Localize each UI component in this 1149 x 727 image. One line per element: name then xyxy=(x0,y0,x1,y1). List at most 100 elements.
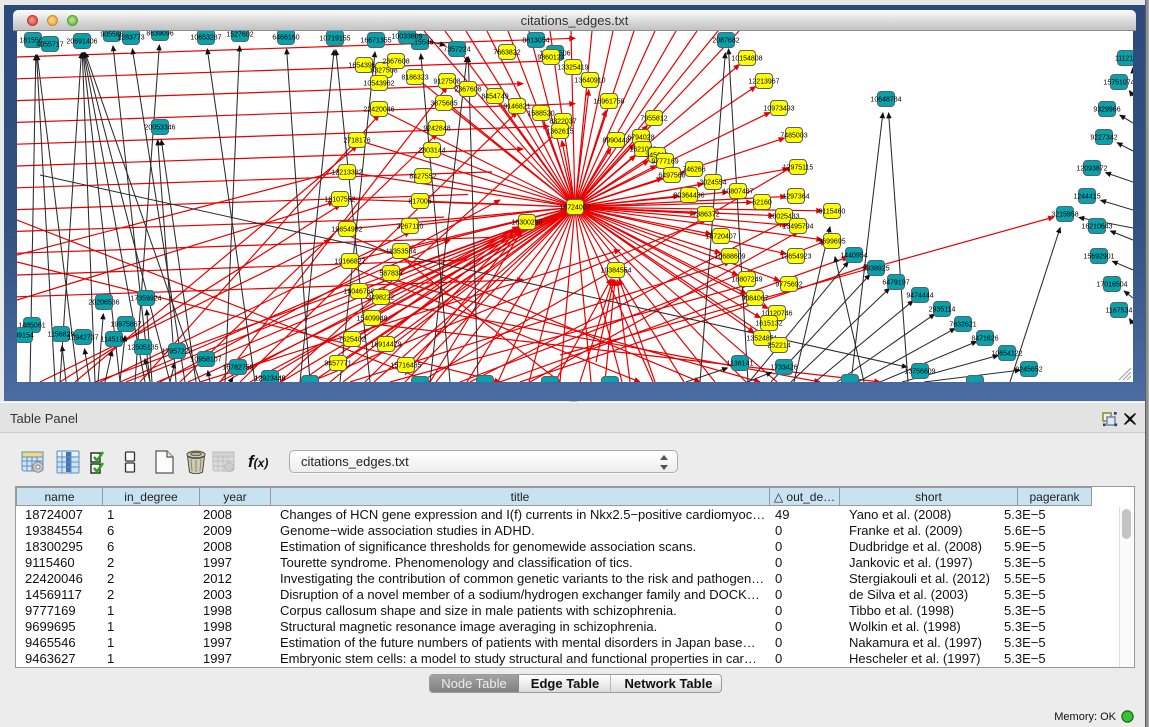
svg-text:9860124: 9860124 xyxy=(537,54,564,61)
svg-text:7625402: 7625402 xyxy=(338,336,365,343)
svg-text:9115460: 9115460 xyxy=(819,208,846,215)
svg-text:17016504: 17016504 xyxy=(1096,281,1127,288)
svg-text:6466160: 6466160 xyxy=(272,34,299,41)
svg-text:1283773: 1283773 xyxy=(117,34,144,41)
svg-text:6497568: 6497568 xyxy=(658,172,685,179)
svg-text:39154: 39154 xyxy=(17,332,34,339)
svg-text:15720407: 15720407 xyxy=(705,233,736,240)
svg-text:1527602: 1527602 xyxy=(226,31,253,38)
svg-text:817006: 817006 xyxy=(408,198,431,205)
svg-text:19975867: 19975867 xyxy=(110,321,141,328)
svg-text:9146821: 9146821 xyxy=(503,103,530,110)
svg-text:16107552: 16107552 xyxy=(324,196,355,203)
svg-text:16914479: 16914479 xyxy=(370,341,401,348)
svg-text:19384554: 19384554 xyxy=(600,267,631,274)
svg-text:16671355: 16671355 xyxy=(360,37,391,44)
svg-text:1615132: 1615132 xyxy=(755,320,782,327)
svg-text:9084067: 9084067 xyxy=(741,295,768,302)
svg-text:2718176: 2718176 xyxy=(343,137,370,144)
svg-text:10688609: 10688609 xyxy=(714,253,745,260)
svg-text:8813054: 8813054 xyxy=(522,37,549,44)
svg-text:3875685: 3875685 xyxy=(430,100,457,107)
svg-text:18807249: 18807249 xyxy=(731,276,762,283)
svg-text:3498222: 3498222 xyxy=(367,294,394,301)
svg-text:746266: 746266 xyxy=(682,166,705,173)
svg-text:8471626: 8471626 xyxy=(971,335,998,342)
svg-text:10654122: 10654122 xyxy=(991,350,1022,357)
svg-text:1167534: 1167534 xyxy=(1106,307,1133,314)
svg-text:7485003: 7485003 xyxy=(780,132,807,139)
svg-text:12213382: 12213382 xyxy=(331,169,362,176)
svg-text:3024554: 3024554 xyxy=(699,179,726,186)
svg-text:11353584: 11353584 xyxy=(386,248,417,255)
svg-text:10958107: 10958107 xyxy=(190,356,221,363)
svg-text:1145194: 1145194 xyxy=(101,336,128,343)
svg-text:6479197: 6479197 xyxy=(882,279,909,286)
svg-text:1244415: 1244415 xyxy=(1073,193,1100,200)
svg-text:20691406: 20691406 xyxy=(66,38,97,45)
svg-text:10653287: 10653287 xyxy=(190,34,221,41)
svg-text:9245652: 9245652 xyxy=(1015,366,1042,373)
svg-text:9227342: 9227342 xyxy=(1090,134,1117,141)
svg-text:12093872: 12093872 xyxy=(1076,165,1107,172)
svg-text:8938925: 8938925 xyxy=(862,265,889,272)
svg-text:1136141: 1136141 xyxy=(727,360,754,367)
svg-text:12213967: 12213967 xyxy=(748,78,779,85)
svg-text:7386372: 7386372 xyxy=(692,211,719,218)
svg-text:9242848: 9242848 xyxy=(423,125,450,132)
svg-text:17359924: 17359924 xyxy=(130,295,161,302)
svg-text:8990448: 8990448 xyxy=(602,137,629,144)
svg-text:8639096: 8639096 xyxy=(146,31,173,37)
svg-text:1440954: 1440954 xyxy=(840,252,867,259)
svg-text:13325419: 13325419 xyxy=(557,64,588,71)
svg-text:7357224: 7357224 xyxy=(443,46,470,53)
svg-text:17957223: 17957223 xyxy=(161,348,192,355)
svg-text:13640910: 13640910 xyxy=(574,77,605,84)
svg-text:4055717: 4055717 xyxy=(36,41,63,48)
svg-text:13756609: 13756609 xyxy=(904,368,935,375)
svg-text:6794028: 6794028 xyxy=(627,134,654,141)
svg-text:15716485: 15716485 xyxy=(390,362,421,369)
svg-text:8454749: 8454749 xyxy=(481,93,508,100)
svg-text:15409948: 15409948 xyxy=(356,315,387,322)
svg-text:12975115: 12975115 xyxy=(783,164,814,171)
svg-text:12923448: 12923448 xyxy=(254,375,285,382)
svg-text:10154808: 10154808 xyxy=(731,55,762,62)
svg-text:3215958: 3215958 xyxy=(1051,211,1078,218)
svg-text:12505135: 12505135 xyxy=(127,344,158,351)
svg-text:111213: 111213 xyxy=(1115,55,1133,62)
svg-text:587833: 587833 xyxy=(379,270,402,277)
svg-text:10807487: 10807487 xyxy=(722,188,753,195)
svg-text:12942737: 12942737 xyxy=(67,334,98,341)
svg-text:18300295: 18300295 xyxy=(511,219,542,226)
svg-text:16210643: 16210643 xyxy=(1081,223,1112,230)
svg-text:13495794: 13495794 xyxy=(782,223,813,230)
svg-text:8186323: 8186323 xyxy=(401,74,428,81)
svg-text:3267110: 3267110 xyxy=(397,223,424,230)
svg-text:20364436: 20364436 xyxy=(673,192,704,199)
svg-text:1588520: 1588520 xyxy=(527,110,554,117)
svg-text:9474444: 9474444 xyxy=(906,292,933,299)
svg-text:10648784: 10648784 xyxy=(870,96,901,103)
svg-text:9457771: 9457771 xyxy=(324,360,351,367)
svg-text:8427552: 8427552 xyxy=(409,173,436,180)
svg-text:9699695: 9699695 xyxy=(818,238,845,245)
svg-text:16782759: 16782759 xyxy=(222,364,253,371)
svg-text:19654982: 19654982 xyxy=(331,226,362,233)
svg-text:7632621: 7632621 xyxy=(949,321,976,328)
svg-text:9777169: 9777169 xyxy=(651,158,678,165)
svg-text:16961758: 16961758 xyxy=(593,98,624,105)
svg-text:20053346: 20053346 xyxy=(144,124,175,131)
svg-text:20206536: 20206536 xyxy=(88,299,119,306)
svg-text:19166827: 19166827 xyxy=(334,258,365,265)
svg-text:10033809: 10033809 xyxy=(391,33,422,40)
svg-text:10973493: 10973493 xyxy=(763,105,794,112)
svg-text:9127508: 9127508 xyxy=(433,78,460,85)
svg-text:1297364: 1297364 xyxy=(782,193,809,200)
svg-text:13654923: 13654923 xyxy=(780,253,811,260)
svg-text:15692901: 15692901 xyxy=(1083,253,1114,260)
svg-text:2367608: 2367608 xyxy=(382,58,409,65)
svg-text:22420046: 22420046 xyxy=(363,106,394,113)
svg-text:62160: 62160 xyxy=(752,199,772,206)
svg-text:1733426: 1733426 xyxy=(770,364,797,371)
